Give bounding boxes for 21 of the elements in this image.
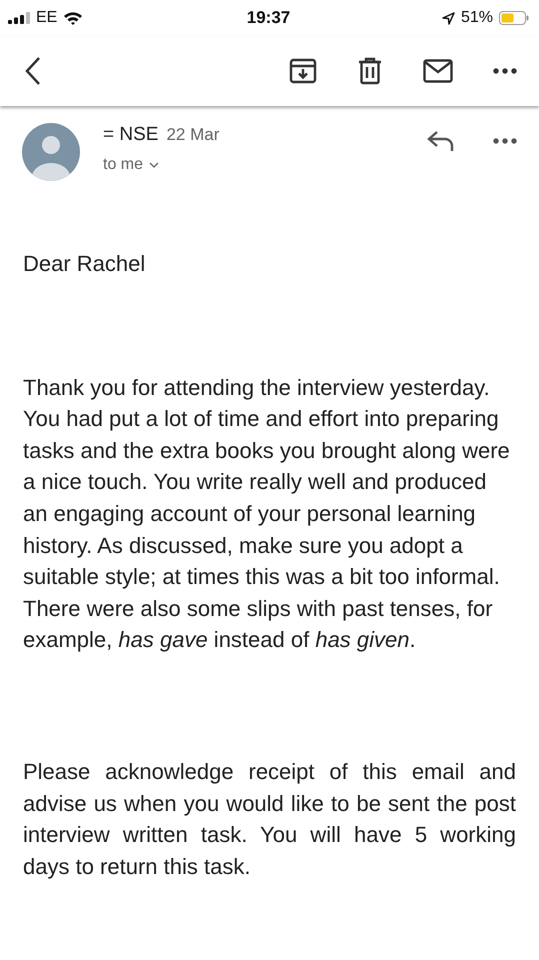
recipient-toggle[interactable]: to me xyxy=(103,156,160,174)
message-paragraph: Thank you for attending the interview yesterday. You had put a lot of time and effort into preparing tasks and the extra books you brought along were a nice touch. You write really well and produced an engaging account of your personal learning history. As discussed, make sure you adopt a suitable style; at times this was a bit too informal. There were also some slips with past tenses, for example, has gave instead of has given. xyxy=(23,374,511,654)
more-button[interactable] xyxy=(493,138,517,144)
battery-icon xyxy=(498,11,529,25)
caret-icon xyxy=(149,162,160,168)
clock: 19:37 xyxy=(246,8,290,28)
battery-percentage: 51% xyxy=(460,9,493,27)
location-arrow-icon xyxy=(442,12,455,24)
mark-unread-button[interactable] xyxy=(423,59,453,83)
message-paragraph: Please acknowledge receipt of this email and advise us when you would like to be sent the post interview written task. You will have 5 working days to return this task. xyxy=(23,758,516,881)
sender-name: = NSE xyxy=(103,124,158,146)
signal-icon xyxy=(8,12,30,24)
wifi-icon xyxy=(63,11,84,25)
delete-button[interactable] xyxy=(357,57,383,85)
avatar-icon xyxy=(22,123,80,181)
message-date: 22 Mar xyxy=(166,125,220,145)
message-paragraph: Dear Rachel xyxy=(23,250,146,278)
more-button[interactable] xyxy=(493,68,517,74)
reply-button[interactable] xyxy=(427,130,455,152)
carrier-name: EE xyxy=(36,9,58,27)
archive-button[interactable] xyxy=(289,57,317,85)
